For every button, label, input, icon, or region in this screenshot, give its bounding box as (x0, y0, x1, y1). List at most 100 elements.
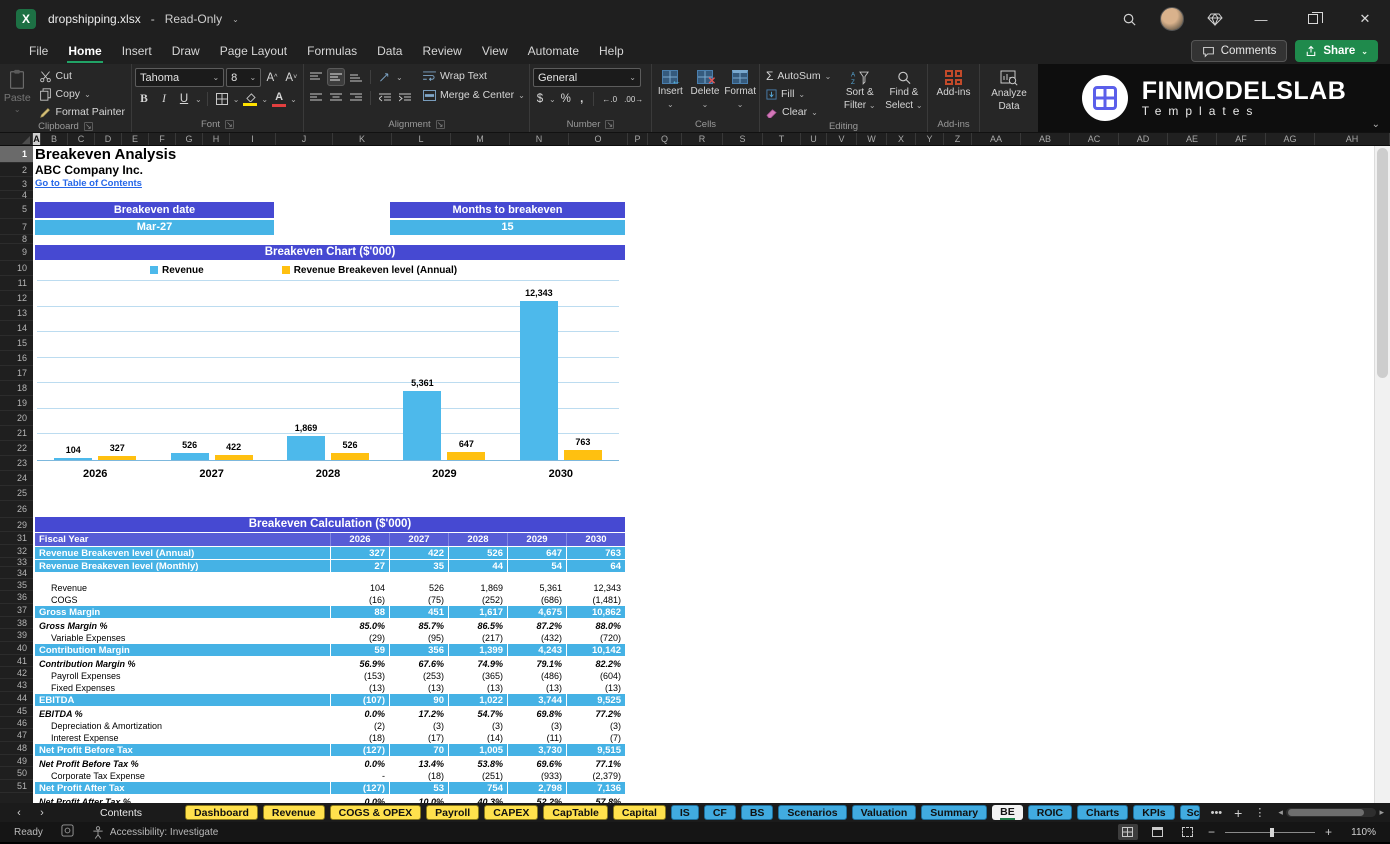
page-layout-view-button[interactable] (1148, 824, 1168, 840)
menu-insert[interactable]: Insert (113, 41, 161, 61)
merge-center-button[interactable]: Merge & Center ⌄ (420, 87, 528, 103)
table-row[interactable]: Gross Margin 88 451 1,617 4,675 10,862 (35, 606, 625, 619)
menu-help[interactable]: Help (590, 41, 633, 61)
menu-view[interactable]: View (473, 41, 517, 61)
column-header-J[interactable]: J (276, 133, 333, 145)
table-row[interactable]: Revenue 104 526 1,869 5,361 12,343 (35, 582, 625, 594)
number-format-combobox[interactable]: General ⌄ (533, 68, 641, 87)
row-header-39[interactable]: 39 (0, 629, 33, 642)
zoom-in-button[interactable]: + (1325, 825, 1332, 839)
column-header-AC[interactable]: AC (1070, 133, 1119, 145)
increase-indent-button[interactable] (396, 89, 414, 107)
row-header-51[interactable]: 51 (0, 780, 33, 793)
zoom-slider-thumb[interactable] (1269, 827, 1274, 837)
breakeven-calculation-banner[interactable]: Breakeven Calculation ($'000) (35, 517, 625, 532)
font-color-chevron[interactable]: ⌄ (290, 95, 297, 104)
format-cells-button[interactable]: Format ⌄ (724, 67, 756, 110)
zoom-slider[interactable] (1224, 827, 1315, 837)
align-bottom-button[interactable] (347, 68, 365, 86)
row-header-16[interactable]: 16 (0, 351, 33, 366)
table-row[interactable]: Corporate Tax Expense - (18) (251) (933) (2,3… (35, 770, 625, 782)
menu-review[interactable]: Review (413, 41, 470, 61)
close-button[interactable]: ✕ (1350, 7, 1380, 31)
insert-cells-button[interactable]: ← Insert ⌄ (655, 67, 686, 110)
clipboard-dialog-launcher[interactable]: ↘ (83, 121, 93, 131)
vertical-scrollbar-thumb[interactable] (1377, 148, 1388, 378)
select-all-corner[interactable] (0, 133, 33, 145)
table-row[interactable]: Fixed Expenses (13) (13) (13) (13) (13) (35, 682, 625, 694)
row-header-41[interactable]: 41 (0, 655, 33, 667)
copy-button[interactable]: Copy ⌄ (36, 86, 128, 102)
number-dialog-launcher[interactable]: ↘ (605, 120, 615, 129)
column-header-H[interactable]: H (203, 133, 230, 145)
column-header-W[interactable]: W (857, 133, 887, 145)
sheet-title-cell[interactable]: Breakeven Analysis (35, 146, 1374, 163)
column-header-Z[interactable]: Z (944, 133, 972, 145)
decrease-decimal-button[interactable]: .00→ (623, 90, 645, 108)
menu-automate[interactable]: Automate (519, 41, 588, 61)
sheet-tab-bs[interactable]: BS (740, 805, 774, 820)
column-header-AF[interactable]: AF (1217, 133, 1266, 145)
tab-scroll-right-icon[interactable]: › (33, 807, 51, 819)
sheet-tab-capital[interactable]: Capital (612, 805, 666, 820)
column-header-AD[interactable]: AD (1119, 133, 1168, 145)
chart-bar-breakeven-2027[interactable]: 422 (214, 442, 253, 460)
table-row[interactable]: Net Profit Before Tax % 0.0% 13.4% 53.8% 69.… (35, 757, 625, 770)
sheet-tab-roic[interactable]: ROIC (1027, 805, 1072, 820)
row-header-48[interactable]: 48 (0, 742, 33, 755)
row-header-21[interactable]: 21 (0, 426, 33, 441)
column-header-T[interactable]: T (763, 133, 801, 145)
row-header-8[interactable]: 8 (0, 234, 33, 244)
chart-bar-revenue-2026[interactable]: 104 (54, 445, 93, 460)
row-header-7[interactable]: 7 (0, 219, 33, 235)
underline-chevron[interactable]: ⌄ (195, 95, 202, 104)
read-only-badge[interactable]: Read-Only (165, 12, 222, 26)
column-header-C[interactable]: C (68, 133, 95, 145)
user-avatar[interactable] (1160, 7, 1184, 31)
align-left-button[interactable] (307, 89, 325, 107)
sort-filter-button[interactable]: AZ Sort & Filter ⌄ (840, 67, 880, 111)
restore-button[interactable] (1298, 7, 1328, 31)
menu-data[interactable]: Data (368, 41, 411, 61)
sheet-tab-revenue[interactable]: Revenue (262, 805, 325, 820)
column-header-V[interactable]: V (827, 133, 857, 145)
italic-button[interactable]: I (155, 90, 173, 108)
percent-style-button[interactable]: % (558, 90, 574, 108)
increase-decimal-button[interactable]: ←.0 (599, 90, 621, 108)
column-header-P[interactable]: P (628, 133, 648, 145)
table-row[interactable]: Interest Expense (18) (17) (14) (11) (7) (35, 732, 625, 744)
table-row[interactable]: Revenue Breakeven level (Annual) 327 422 52… (35, 547, 625, 560)
comma-style-button[interactable]: , (576, 90, 588, 108)
column-header-E[interactable]: E (122, 133, 149, 145)
column-header-A[interactable]: A (33, 133, 41, 145)
row-header-1[interactable]: 1 (0, 146, 33, 163)
row-header-44[interactable]: 44 (0, 692, 33, 705)
table-row[interactable]: Net Profit Before Tax (127) 70 1,005 3,730 9,… (35, 744, 625, 757)
orientation-chevron[interactable]: ⌄ (396, 73, 403, 82)
row-header-5[interactable]: 5 (0, 199, 33, 219)
search-icon[interactable] (1120, 10, 1138, 28)
menu-page-layout[interactable]: Page Layout (211, 41, 296, 61)
title-chevron-icon[interactable]: ⌄ (232, 15, 239, 24)
underline-button[interactable]: U (175, 90, 193, 108)
column-header-N[interactable]: N (510, 133, 569, 145)
borders-chevron[interactable]: ⌄ (233, 95, 240, 104)
row-header-15[interactable]: 15 (0, 336, 33, 351)
vertical-scrollbar[interactable] (1374, 146, 1390, 803)
sheet-tab-kpis[interactable]: KPIs (1133, 805, 1175, 820)
column-header-AA[interactable]: AA (972, 133, 1021, 145)
font-size-combobox[interactable]: 8 ⌄ (226, 68, 262, 87)
delete-cells-button[interactable]: ✕ Delete ⌄ (690, 67, 721, 110)
paste-button[interactable]: Paste ⌄ (3, 67, 32, 114)
sheet-tab-sc[interactable]: Sc (1179, 805, 1200, 820)
table-header-row[interactable]: Fiscal Year 2026 2027 2028 2029 2030 (35, 533, 625, 547)
column-header-Y[interactable]: Y (916, 133, 944, 145)
decrease-font-size-button[interactable]: A ˅ (283, 69, 300, 87)
increase-font-size-button[interactable]: A ^ (263, 69, 280, 87)
row-header-50[interactable]: 50 (0, 767, 33, 780)
row-header-3[interactable]: 3 (0, 177, 33, 191)
accounting-format-button[interactable]: $ (533, 90, 547, 108)
row-header-36[interactable]: 36 (0, 591, 33, 604)
sheet-tab-summary[interactable]: Summary (921, 805, 988, 820)
row-header-13[interactable]: 13 (0, 306, 33, 321)
